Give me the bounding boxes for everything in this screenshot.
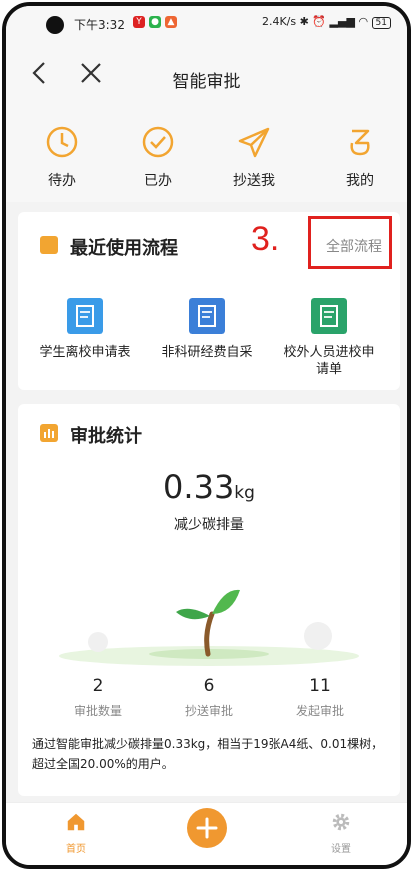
flow-item-nonresearch-purchase[interactable]: 非科研经费自采 bbox=[148, 298, 266, 361]
all-processes-link[interactable]: 全部流程 bbox=[326, 236, 382, 256]
step-annotation: 3. bbox=[251, 220, 280, 258]
carbon-number: 0.33 bbox=[163, 468, 235, 506]
quick-item-mine[interactable]: 我的 bbox=[320, 124, 400, 190]
quick-item-label: 抄送我 bbox=[233, 173, 275, 189]
stat-label: 发起审批 bbox=[295, 704, 344, 718]
flow-item-label: 校外人员进校申请单 bbox=[283, 345, 375, 377]
battery-icon: 51 bbox=[371, 17, 391, 29]
carbon-label: 减少碳排量 bbox=[174, 517, 244, 533]
quick-entries: 待办 已办 抄送我 我的 bbox=[6, 106, 407, 202]
form-icon bbox=[311, 298, 347, 334]
tab-settings[interactable]: 设置 bbox=[311, 811, 371, 855]
tab-bar: 首页 设置 bbox=[6, 802, 407, 865]
quick-item-cc-me[interactable]: 抄送我 bbox=[214, 124, 294, 190]
network-speed: 2.4K/s bbox=[261, 15, 297, 28]
wifi-icon: ◠ bbox=[358, 15, 369, 28]
stat-initiated: 11 发起审批 bbox=[270, 676, 370, 719]
alarm-icon: ⏰ bbox=[312, 15, 327, 28]
bar-chart-icon bbox=[40, 424, 58, 442]
form-icon bbox=[189, 298, 225, 334]
app-notification-icon: ▲ bbox=[165, 16, 177, 28]
quick-item-pending[interactable]: 待办 bbox=[22, 124, 102, 190]
home-icon bbox=[67, 813, 85, 831]
quick-item-label: 待办 bbox=[48, 173, 76, 189]
flow-item-label: 非科研经费自采 bbox=[161, 345, 253, 360]
stat-number: 11 bbox=[309, 676, 331, 696]
recent-section-icon bbox=[40, 236, 58, 254]
phone-frame: 下午3:32 Y ● ▲ 2.4K/s ✱ ⏰ ▂▄▆ ◠ 51 智能审批 待办… bbox=[0, 0, 417, 873]
carbon-value: 0.33kg bbox=[18, 468, 400, 506]
status-bar: 下午3:32 Y ● ▲ 2.4K/s ✱ ⏰ ▂▄▆ ◠ 51 bbox=[6, 6, 407, 46]
recent-processes-card: 最近使用流程 3. 全部流程 学生离校申请表 非科研经费自采 校外人员进校申请单 bbox=[18, 212, 400, 390]
plus-icon bbox=[196, 817, 217, 839]
stat-number: 2 bbox=[92, 676, 104, 696]
stat-number: 6 bbox=[203, 676, 215, 696]
form-icon bbox=[67, 298, 103, 334]
carbon-unit: kg bbox=[234, 483, 255, 503]
tab-home[interactable]: 首页 bbox=[46, 811, 106, 855]
carbon-note: 通过智能审批减少碳排量0.33kg，相当于19张A4纸、0.01棵树，超过全国2… bbox=[32, 737, 384, 771]
approval-stats-card: 审批统计 0.33kg 减少碳排量 2 审批数量 6 抄送审批 11 发起审批 … bbox=[18, 404, 400, 796]
screen: 下午3:32 Y ● ▲ 2.4K/s ✱ ⏰ ▂▄▆ ◠ 51 智能审批 待办… bbox=[2, 2, 411, 869]
status-indicators: 2.4K/s ✱ ⏰ ▂▄▆ ◠ 51 bbox=[261, 15, 391, 29]
gear-icon bbox=[332, 813, 350, 831]
stats-section-title: 审批统计 bbox=[70, 426, 142, 447]
paper-plane-icon bbox=[238, 127, 270, 158]
app-notification-icon: Y bbox=[133, 16, 145, 28]
quick-item-label: 已办 bbox=[144, 173, 172, 189]
clock-icon bbox=[46, 126, 78, 158]
stat-label: 审批数量 bbox=[73, 704, 122, 718]
wechat-icon: ● bbox=[149, 16, 161, 28]
status-time: 下午3:32 bbox=[74, 18, 125, 32]
sapling-illustration bbox=[59, 589, 359, 666]
flow-item-student-leave[interactable]: 学生离校申请表 bbox=[26, 298, 144, 361]
tab-label: 首页 bbox=[66, 844, 86, 855]
page-title: 智能审批 bbox=[172, 72, 241, 92]
stat-cc-approval: 6 抄送审批 bbox=[159, 676, 259, 719]
signal-icon: ▂▄▆ bbox=[329, 15, 355, 28]
quick-item-done[interactable]: 已办 bbox=[118, 124, 198, 190]
camera-hole bbox=[46, 16, 64, 34]
tab-label: 设置 bbox=[331, 844, 351, 855]
user-s-icon bbox=[350, 129, 370, 156]
check-circle-icon bbox=[142, 126, 174, 158]
stat-label: 抄送审批 bbox=[184, 704, 233, 718]
stat-approval-count: 2 审批数量 bbox=[48, 676, 148, 719]
bluetooth-icon: ✱ bbox=[299, 15, 309, 28]
quick-item-label: 我的 bbox=[346, 173, 374, 189]
recent-section-title: 最近使用流程 bbox=[70, 238, 178, 259]
nav-bar: 智能审批 bbox=[6, 46, 407, 106]
flow-item-label: 学生离校申请表 bbox=[39, 345, 131, 360]
flow-item-visitor-entry[interactable]: 校外人员进校申请单 bbox=[270, 298, 388, 378]
add-button[interactable] bbox=[186, 808, 227, 848]
